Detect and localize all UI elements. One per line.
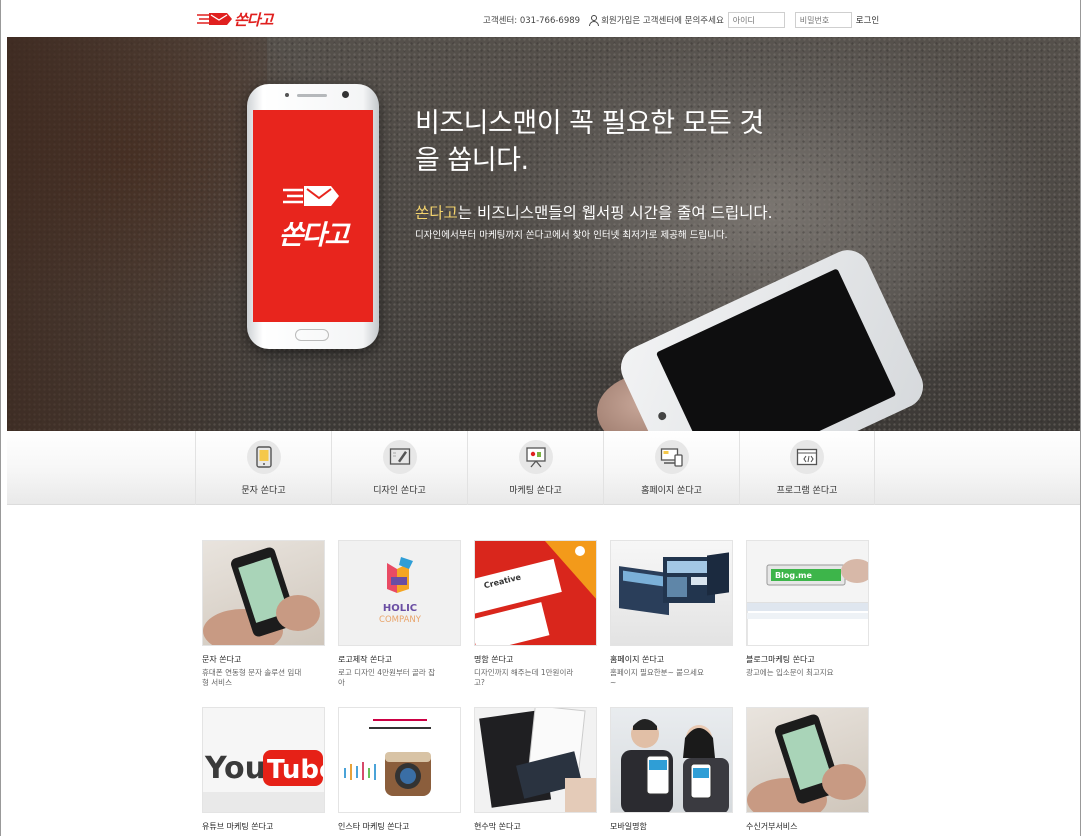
logo-company-text: COMPANY xyxy=(379,615,422,625)
logo-text: 쏜다고 xyxy=(234,10,273,29)
top-bar: 쏜다고 고객센터: 031-766-6989 회원가입은 고객센터에 문의주세요… xyxy=(1,0,1080,37)
website-screens-image xyxy=(619,552,729,616)
product-title: 유튜브 마케팅 쏜다고 xyxy=(202,822,274,831)
product-thumbnail xyxy=(474,707,597,813)
login-button[interactable]: 로그인 xyxy=(856,14,879,26)
blog-me-key-image: Blog.me xyxy=(747,559,868,645)
category-label: 프로그램 쏜다고 xyxy=(776,486,838,496)
product-card-sms[interactable]: 문자 쏜다고 휴대폰 연동형 문자 솔루션 임대형 서비스 xyxy=(202,540,325,688)
product-thumbnail xyxy=(202,540,325,646)
people-with-phones-image xyxy=(621,719,729,812)
product-thumbnail: Blog.me xyxy=(746,540,869,646)
member-notice-text: 회원가입은 고객센터에 문의주세요 xyxy=(601,16,724,26)
product-thumbnail: You Tube xyxy=(202,707,325,813)
hero-description: 디자인에서부터 마케팅까지 쏜다고에서 찾아 인터넷 최저가로 제공해 드립니다… xyxy=(415,230,728,241)
product-thumbnail: Creative xyxy=(474,540,597,646)
product-card-logo[interactable]: HOLIC COMPANY 로고제작 쏜다고 로고 디자인 4만원부터 골라 잡… xyxy=(338,540,461,688)
mobile-sms-icon xyxy=(246,440,281,474)
product-title: 명함 쏜다고 xyxy=(474,655,514,664)
product-card-homepage[interactable]: 홈페이지 쏜다고 홈페이지 필요한분~ 붙으세요~ xyxy=(610,540,733,688)
product-description: 홈페이지 필요한분~ 붙으세요~ xyxy=(610,668,704,687)
category-nav: 문자 쏜다고 디자인 쏜다고 마케팅 쏜다고 홈페이지 쏜다고 프로그램 쏜다고 xyxy=(7,431,1080,505)
product-thumbnail: HOLIC COMPANY xyxy=(338,540,461,646)
code-window-icon xyxy=(790,440,824,474)
product-card-businesscard[interactable]: Creative 명함 쏜다고 디자인까지 해주는데 1만원이라고? xyxy=(474,540,597,688)
product-description: 디자인까지 해주는데 1만원이라고? xyxy=(474,668,574,687)
product-card-instagram[interactable]: 인스타 마케팅 쏜다고 xyxy=(338,707,461,832)
product-title: 수신거부서비스 xyxy=(746,822,798,831)
category-sms[interactable]: 문자 쏜다고 xyxy=(195,431,331,505)
hero-banner: 쏜다고 비즈니스맨이 꼭 필요한 모든 것 을 쏩니다. 쏜다고는 비즈니스맨들… xyxy=(7,37,1080,431)
product-title: 모바일명함 xyxy=(610,822,647,831)
site-logo[interactable]: 쏜다고 xyxy=(197,8,273,30)
tube-text: Tube xyxy=(267,755,325,785)
phone-screen-logo-text: 쏜다고 xyxy=(278,219,350,251)
customer-center-text: 고객센터: 031-766-6989 xyxy=(483,16,581,26)
business-card-image: Creative xyxy=(475,541,596,645)
category-label: 디자인 쏜다고 xyxy=(373,486,426,496)
phone-screen: 쏜다고 xyxy=(253,110,373,322)
product-title: 블로그마케팅 쏜다고 xyxy=(746,655,815,664)
hero-text: 비즈니스맨이 꼭 필요한 모든 것 을 쏩니다. 쏜다고는 비즈니스맨들의 웹서… xyxy=(415,105,885,241)
product-card-blog[interactable]: Blog.me 블로그마케팅 쏜다고 광고에는 입소문이 최고지요 xyxy=(746,540,869,678)
devices-icon xyxy=(654,440,689,474)
product-title: 현수막 쏜다고 xyxy=(474,822,521,831)
youtube-logo-image: You Tube xyxy=(203,750,325,812)
design-pen-icon xyxy=(382,440,417,474)
product-thumbnail xyxy=(610,707,733,813)
product-card-banner[interactable]: 현수막 쏜다고 xyxy=(474,707,597,832)
category-label: 홈페이지 쏜다고 xyxy=(641,486,702,496)
dark-stationery-image xyxy=(479,708,596,812)
phone-in-hand-image xyxy=(747,714,866,812)
category-design[interactable]: 디자인 쏜다고 xyxy=(331,431,467,505)
holic-company-logo-image: HOLIC COMPANY xyxy=(379,557,422,625)
hero-title: 비즈니스맨이 꼭 필요한 모든 것 을 쏩니다. xyxy=(415,105,885,179)
category-marketing[interactable]: 마케팅 쏜다고 xyxy=(467,431,603,505)
phone-in-hand-image xyxy=(203,547,320,645)
hero-subtitle-rest: 는 비즈니스맨들의 웹서핑 시간을 줄여 드립니다. xyxy=(457,204,773,222)
product-card-youtube[interactable]: You Tube 유튜브 마케팅 쏜다고 xyxy=(202,707,325,832)
product-thumbnail xyxy=(610,540,733,646)
wood-background xyxy=(7,37,267,431)
product-thumbnail xyxy=(746,707,869,813)
category-label: 문자 쏜다고 xyxy=(241,486,286,496)
product-card-mobilecard[interactable]: 모바일명함 xyxy=(610,707,733,832)
person-icon xyxy=(589,14,600,26)
you-text: You xyxy=(204,751,266,786)
product-description: 광고에는 입소문이 최고지요 xyxy=(746,668,834,677)
product-title: 문자 쏜다고 xyxy=(202,655,242,664)
password-input[interactable] xyxy=(794,12,852,28)
product-title: 인스타 마케팅 쏜다고 xyxy=(338,822,410,831)
category-program[interactable]: 프로그램 쏜다고 xyxy=(739,431,875,505)
id-input[interactable] xyxy=(727,12,785,28)
product-description: 로고 디자인 4만원부터 골라 잡아 xyxy=(338,668,436,687)
phone-mockup: 쏜다고 xyxy=(247,84,379,349)
instagram-camera-image xyxy=(344,719,431,796)
hero-subtitle: 쏜다고는 비즈니스맨들의 웹서핑 시간을 줄여 드립니다. xyxy=(415,201,885,223)
product-thumbnail xyxy=(338,707,461,813)
header-info: 고객센터: 031-766-6989 회원가입은 고객센터에 문의주세요 로그인 xyxy=(483,12,879,28)
envelope-arrow-icon xyxy=(197,13,232,25)
hero-title-line2: 을 쏩니다. xyxy=(415,145,529,176)
presentation-board-icon xyxy=(518,440,553,474)
envelope-arrow-icon xyxy=(283,185,339,206)
category-label: 마케팅 쏜다고 xyxy=(509,486,562,496)
product-title: 로고제작 쏜다고 xyxy=(338,655,393,664)
product-title: 홈페이지 쏜다고 xyxy=(610,655,665,664)
product-description: 휴대폰 연동형 문자 솔루션 임대형 서비스 xyxy=(202,668,302,687)
page: 쏜다고 고객센터: 031-766-6989 회원가입은 고객센터에 문의주세요… xyxy=(0,0,1081,836)
hero-brand-highlight: 쏜다고 xyxy=(415,204,458,222)
category-homepage[interactable]: 홈페이지 쏜다고 xyxy=(603,431,739,505)
blog-me-text: Blog.me xyxy=(775,571,812,580)
hero-title-line1: 비즈니스맨이 꼭 필요한 모든 것 xyxy=(415,108,764,139)
home-button xyxy=(295,329,329,341)
logo-holic-text: HOLIC xyxy=(383,603,417,614)
product-card-unsubscribe[interactable]: 수신거부서비스 xyxy=(746,707,869,832)
